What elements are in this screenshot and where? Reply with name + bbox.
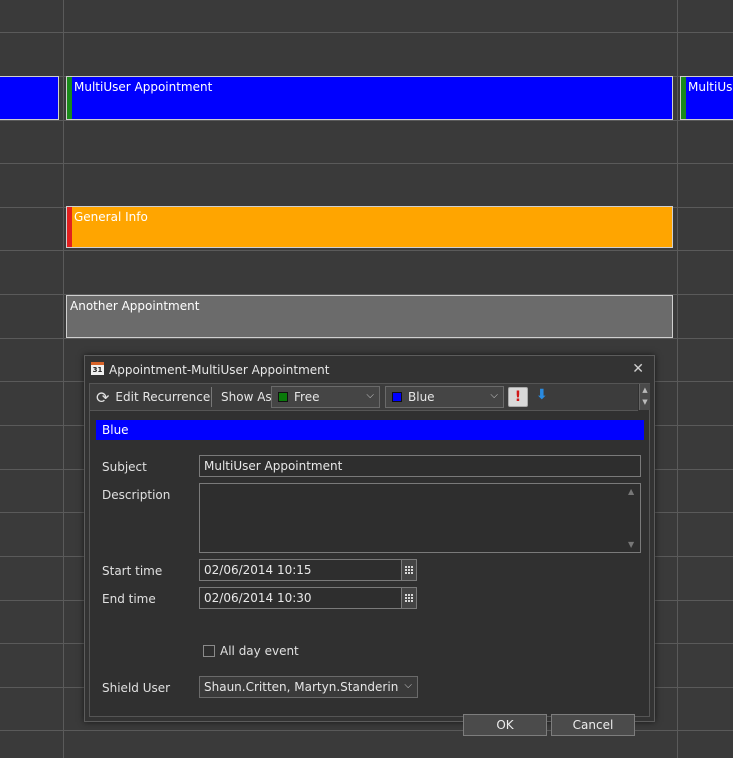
shield-user-value: Shaun.Critten, Martyn.Standering, M: [204, 680, 399, 694]
chevron-down-icon: ⌵: [366, 390, 374, 401]
calendar-icon: 31: [91, 362, 104, 375]
grid-line: [0, 120, 733, 121]
start-time-input[interactable]: 02/06/2014 10:15: [199, 559, 402, 581]
all-day-label: All day event: [220, 644, 299, 658]
scroll-up-icon: ▲: [642, 386, 648, 394]
chevron-down-icon: ⌵: [490, 390, 498, 401]
dialog-content: ⟳ Edit Recurrence Show As Free ⌵ Blue ⌵ …: [89, 383, 650, 736]
subject-label: Subject: [102, 460, 147, 474]
grid-line: [0, 163, 733, 164]
description-scrollbar[interactable]: ▲ ▼: [624, 484, 640, 552]
shield-user-select[interactable]: Shaun.Critten, Martyn.Standering, M ⌵: [199, 676, 418, 698]
grid-column-line: [677, 0, 678, 758]
exclamation-icon: !: [514, 389, 522, 405]
appointment-status-bar: [681, 77, 686, 119]
toolbar-scrollbar[interactable]: ▲ ▼: [639, 384, 650, 410]
appointment-block[interactable]: [0, 76, 59, 120]
appointment-status-bar: [67, 77, 72, 119]
toolbar-separator: [211, 387, 212, 407]
edit-recurrence-label: Edit Recurrence: [115, 390, 211, 404]
grid-line: [0, 32, 733, 33]
scroll-down-icon: ▼: [628, 540, 635, 549]
appointment-general-info[interactable]: General Info: [66, 206, 673, 248]
show-as-value: Free: [294, 390, 320, 404]
appointment-title: Another Appointment: [70, 299, 200, 313]
recurrence-icon: ⟳: [96, 387, 110, 407]
subject-input[interactable]: MultiUser Appointment: [199, 455, 641, 477]
grid-line: [0, 250, 733, 251]
edit-recurrence-button[interactable]: ⟳ Edit Recurrence: [96, 387, 211, 407]
cancel-button[interactable]: Cancel: [551, 714, 635, 736]
end-time-value: 02/06/2014 10:30: [204, 591, 312, 605]
grid-column-line: [63, 0, 64, 758]
start-time-value: 02/06/2014 10:15: [204, 563, 312, 577]
grid-line: [0, 338, 733, 339]
low-importance-arrow-icon[interactable]: ⬇: [536, 387, 548, 403]
appointment-multiuser[interactable]: MultiUser Appointment: [66, 76, 673, 120]
appointment-dialog: 31 Appointment-MultiUser Appointment ✕ ⟳…: [84, 355, 655, 736]
description-textarea[interactable]: ▲ ▼: [199, 483, 641, 553]
show-as-select[interactable]: Free ⌵: [271, 386, 380, 408]
scroll-down-icon: ▼: [642, 398, 648, 406]
scroll-up-icon: ▲: [628, 487, 635, 496]
dialog-toolbar: ⟳ Edit Recurrence Show As Free ⌵ Blue ⌵ …: [90, 384, 638, 411]
all-day-checkbox[interactable]: [203, 645, 215, 657]
appointment-multiuser-next[interactable]: MultiUse: [680, 76, 733, 120]
calendar-grid-icon: [404, 593, 414, 603]
close-icon[interactable]: ✕: [632, 361, 644, 377]
chevron-down-icon: ⌵: [404, 680, 412, 691]
dialog-title: Appointment-MultiUser Appointment: [109, 363, 330, 377]
start-time-label: Start time: [102, 564, 163, 578]
calendar-grid-icon: [404, 565, 414, 575]
subject-value: MultiUser Appointment: [204, 459, 343, 473]
ok-button[interactable]: OK: [463, 714, 547, 736]
show-as-label: Show As: [221, 390, 272, 404]
description-label: Description: [102, 488, 171, 502]
appointment-title: General Info: [74, 210, 148, 224]
appointment-title: MultiUser Appointment: [74, 80, 213, 94]
appointment-status-bar: [67, 207, 72, 247]
end-time-picker-button[interactable]: [401, 587, 417, 609]
category-value: Blue: [408, 390, 435, 404]
category-banner: Blue: [96, 420, 644, 440]
shield-user-label: Shield User: [102, 681, 171, 695]
appointment-title: MultiUse: [688, 80, 733, 94]
dialog-titlebar[interactable]: 31 Appointment-MultiUser Appointment ✕: [85, 356, 654, 384]
category-color-swatch: [392, 392, 402, 402]
end-time-input[interactable]: 02/06/2014 10:30: [199, 587, 402, 609]
high-importance-button[interactable]: !: [508, 387, 528, 407]
category-select[interactable]: Blue ⌵: [385, 386, 504, 408]
appointment-another[interactable]: Another Appointment: [66, 295, 673, 338]
category-banner-text: Blue: [102, 423, 129, 437]
status-color-swatch: [278, 392, 288, 402]
start-time-picker-button[interactable]: [401, 559, 417, 581]
end-time-label: End time: [102, 592, 156, 606]
